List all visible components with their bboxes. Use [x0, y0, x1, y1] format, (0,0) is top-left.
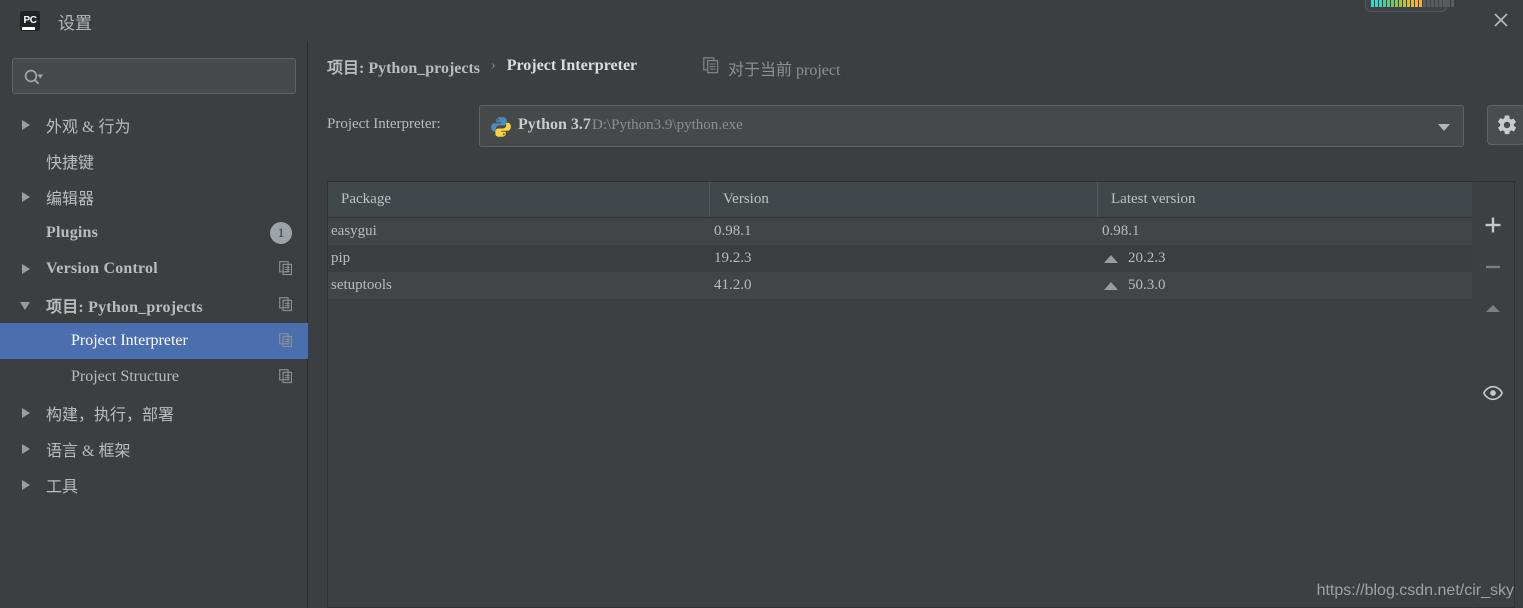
column-header-version[interactable]: Version	[710, 182, 1098, 217]
level-meter-widget	[1365, 0, 1454, 12]
upgrade-package-button[interactable]	[1473, 288, 1513, 330]
copy-icon[interactable]	[279, 261, 294, 281]
cell-version: 0.98.1	[714, 223, 752, 239]
show-early-releases-button[interactable]	[1473, 372, 1513, 414]
packages-toolbar	[1473, 181, 1515, 608]
cell-latest-version-text: 50.3.0	[1128, 277, 1166, 293]
close-icon	[1494, 13, 1508, 27]
remove-package-button[interactable]	[1473, 246, 1513, 288]
sidebar-item-label: 构建，执行，部署	[46, 407, 175, 424]
settings-main-panel: 项目: Python_projects › Project Interprete…	[309, 41, 1523, 608]
sidebar-item-label: 语言 & 框架	[46, 443, 131, 460]
interpreter-settings-button[interactable]	[1487, 105, 1523, 145]
cell-latest-version-text: 20.2.3	[1128, 250, 1166, 266]
sidebar-item-项目-python_projects[interactable]: 项目: Python_projects	[0, 287, 308, 323]
upgrade-available-icon	[1104, 281, 1118, 290]
chevron-right-icon[interactable]	[22, 480, 30, 490]
chevron-right-icon[interactable]	[22, 408, 30, 418]
sidebar-item-label: 项目: Python_projects	[46, 299, 203, 316]
chevron-right-icon[interactable]	[22, 264, 30, 274]
sidebar-item-label: 外观 & 行为	[46, 119, 131, 136]
copy-icon[interactable]	[279, 369, 294, 389]
sidebar-item-project-interpreter[interactable]: Project Interpreter	[0, 323, 308, 359]
status-badge: 1	[270, 222, 292, 244]
column-header-package[interactable]: Package	[328, 182, 710, 217]
cell-latest-version-text: 0.98.1	[1102, 223, 1140, 239]
copy-icon[interactable]	[279, 297, 294, 317]
search-box[interactable]	[12, 58, 296, 94]
close-button[interactable]	[1487, 6, 1515, 34]
column-header-latest-version[interactable]: Latest version	[1098, 182, 1472, 217]
packages-table-body: easygui 0.98.1 0.98.1 pip 19.2.3 20.2.3 setupt…	[328, 218, 1472, 299]
chevron-down-icon[interactable]	[20, 302, 30, 310]
sidebar-item-label: 编辑器	[46, 191, 95, 208]
chevron-right-icon[interactable]	[22, 120, 30, 130]
gear-icon	[1498, 115, 1517, 135]
cell-version: 19.2.3	[714, 250, 752, 266]
settings-dialog: PC 设置 外观 & 行为 快捷键 编辑器 Plugins 1 Version …	[0, 0, 1523, 608]
sidebar-item-label: Project Interpreter	[71, 332, 188, 349]
cell-package: setuptools	[331, 277, 392, 293]
packages-table: Package Version Latest version easygui 0.98…	[327, 181, 1472, 608]
chevron-right-icon[interactable]	[22, 192, 30, 202]
interpreter-dropdown[interactable]: Python 3.7 D:\Python3.9\python.exe	[479, 105, 1464, 147]
search-icon	[23, 68, 43, 91]
interpreter-label: Project Interpreter:	[327, 116, 441, 132]
cell-package: easygui	[331, 223, 377, 239]
cell-package: pip	[331, 250, 351, 266]
title-bar: PC 设置	[0, 0, 1523, 41]
sidebar-item-version-control[interactable]: Version Control	[0, 251, 308, 287]
breadcrumb-project[interactable]: 项目: Python_projects	[327, 54, 480, 78]
sidebar-item-label: Project Structure	[71, 368, 179, 385]
copy-icon	[703, 57, 720, 79]
level-meter-bars	[1371, 0, 1454, 7]
sidebar-item-label: Plugins	[46, 224, 99, 241]
python-icon	[490, 116, 512, 143]
for-current-project-text: 对于当前 project	[728, 62, 841, 79]
pycharm-logo-bar	[22, 27, 35, 30]
sidebar-item-label: 快捷键	[46, 155, 95, 172]
sidebar-item-工具[interactable]: 工具	[0, 467, 308, 503]
sidebar-item-plugins[interactable]: Plugins 1	[0, 215, 308, 251]
pycharm-logo: PC	[16, 7, 44, 35]
cell-latest-version: 0.98.1	[1098, 218, 1472, 245]
window-title: 设置	[58, 14, 92, 33]
copy-icon[interactable]	[279, 333, 294, 353]
table-row[interactable]: setuptools 41.2.0 50.3.0	[328, 272, 1472, 299]
upgrade-available-icon	[1104, 254, 1118, 263]
for-current-project-label: 对于当前 project	[703, 56, 840, 80]
chevron-down-icon[interactable]	[1425, 106, 1463, 146]
watermark: https://blog.csdn.net/cir_sky	[1316, 582, 1514, 599]
sidebar-item-label: Version Control	[46, 260, 158, 277]
interpreter-name: Python 3.7	[518, 116, 591, 133]
settings-tree: 外观 & 行为 快捷键编辑器 Plugins 1 Version Control 项目: …	[0, 107, 308, 503]
settings-sidebar: 外观 & 行为 快捷键编辑器 Plugins 1 Version Control 项目: …	[0, 41, 308, 608]
sidebar-item-构建-执行-部署[interactable]: 构建，执行，部署	[0, 395, 308, 431]
interpreter-path: D:\Python3.9\python.exe	[592, 117, 743, 133]
breadcrumb: 项目: Python_projects › Project Interprete…	[327, 54, 637, 78]
sidebar-item-label: 工具	[46, 479, 79, 496]
cell-latest-version: 50.3.0	[1098, 272, 1472, 299]
sidebar-item-外观-行为[interactable]: 外观 & 行为	[0, 107, 308, 143]
table-row[interactable]: easygui 0.98.1 0.98.1	[328, 218, 1472, 245]
add-package-button[interactable]	[1473, 204, 1513, 246]
breadcrumb-separator: ›	[491, 58, 496, 73]
sidebar-item-编辑器[interactable]: 编辑器	[0, 179, 308, 215]
cell-latest-version: 20.2.3	[1098, 245, 1472, 272]
sidebar-item-语言-框架[interactable]: 语言 & 框架	[0, 431, 308, 467]
search-input[interactable]	[49, 59, 289, 93]
sidebar-item-快捷键[interactable]: 快捷键	[0, 143, 308, 179]
sidebar-item-project-structure[interactable]: Project Structure	[0, 359, 308, 395]
breadcrumb-current: Project Interpreter	[506, 57, 638, 74]
interpreter-row: Project Interpreter: Python 3.7 D:\Pytho…	[327, 105, 1523, 147]
cell-version: 41.2.0	[714, 277, 752, 293]
chevron-right-icon[interactable]	[22, 444, 30, 454]
packages-table-header: Package Version Latest version	[328, 182, 1472, 218]
table-row[interactable]: pip 19.2.3 20.2.3	[328, 245, 1472, 272]
